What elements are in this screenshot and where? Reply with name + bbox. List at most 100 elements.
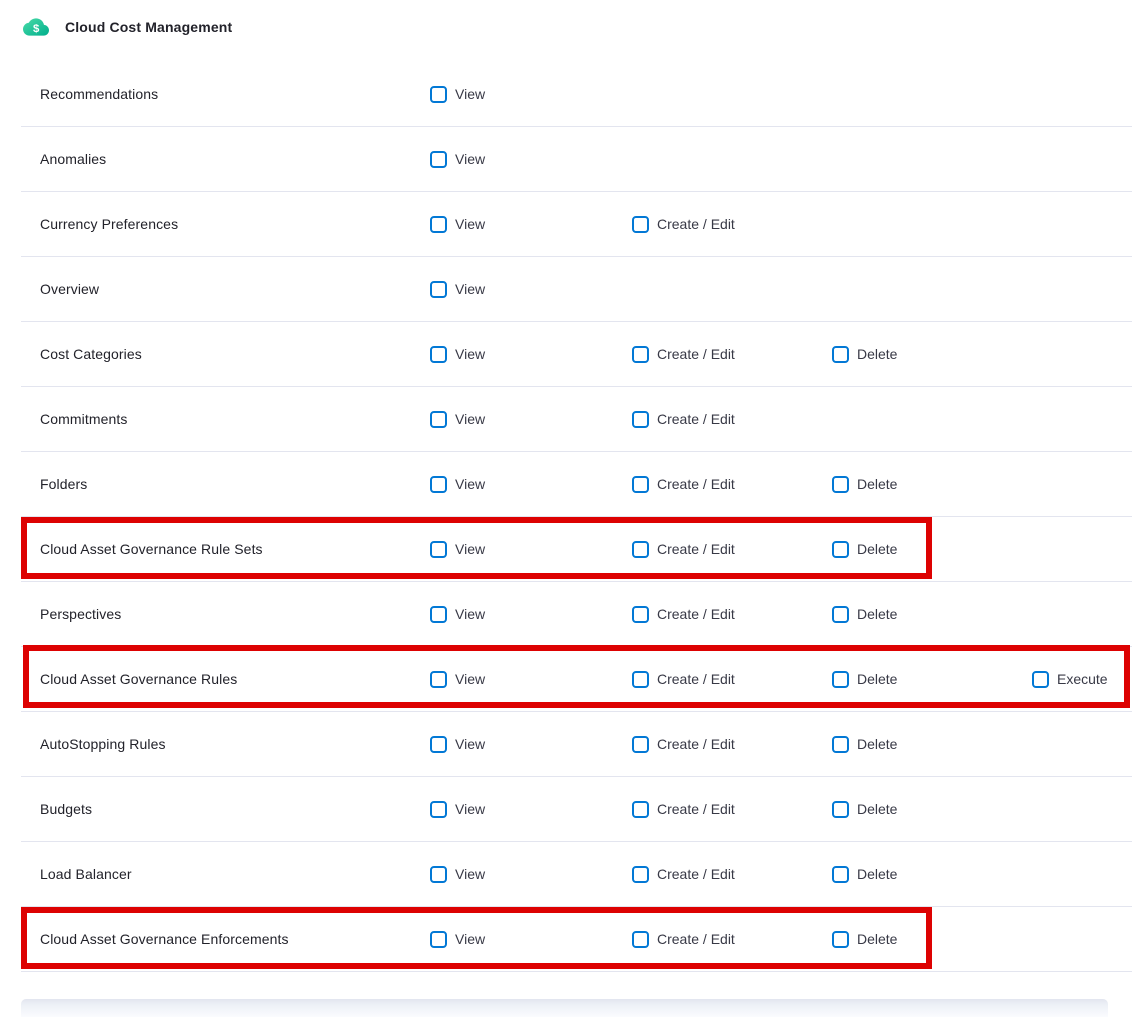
create-edit-permission[interactable]: Create / Edit [632, 346, 735, 363]
checkbox-view-label: View [455, 86, 485, 102]
checkbox-create-edit-icon[interactable] [632, 216, 649, 233]
delete-permission[interactable]: Delete [832, 346, 897, 363]
view-permission[interactable]: View [430, 86, 485, 103]
permission-row: Cloud Asset Governance Rule Sets View Cr… [21, 517, 1132, 582]
checkbox-view-label: View [455, 281, 485, 297]
checkbox-view-icon[interactable] [430, 476, 447, 493]
collapsed-next-section-bar[interactable] [21, 999, 1108, 1017]
create-edit-permission[interactable]: Create / Edit [632, 866, 735, 883]
create-edit-permission[interactable]: Create / Edit [632, 801, 735, 818]
delete-permission[interactable]: Delete [832, 671, 897, 688]
permission-list: Recommendations View Anomalies View Curr… [21, 62, 1132, 972]
checkbox-view-label: View [455, 216, 485, 232]
checkbox-delete-label: Delete [857, 346, 897, 362]
checkbox-create-edit-icon[interactable] [632, 866, 649, 883]
checkbox-delete-icon[interactable] [832, 931, 849, 948]
checkbox-delete-label: Delete [857, 866, 897, 882]
resource-name: Anomalies [40, 151, 430, 167]
checkbox-delete-icon[interactable] [832, 736, 849, 753]
checkbox-delete-icon[interactable] [832, 541, 849, 558]
view-permission[interactable]: View [430, 736, 485, 753]
checkbox-create-edit-icon[interactable] [632, 671, 649, 688]
resource-name: Recommendations [40, 86, 430, 102]
checkbox-delete-icon[interactable] [832, 671, 849, 688]
delete-permission[interactable]: Delete [832, 541, 897, 558]
checkbox-create-edit-label: Create / Edit [657, 866, 735, 882]
checkbox-view-label: View [455, 866, 485, 882]
checkbox-view-icon[interactable] [430, 671, 447, 688]
checkbox-view-label: View [455, 606, 485, 622]
delete-permission[interactable]: Delete [832, 476, 897, 493]
checkbox-create-edit-icon[interactable] [632, 736, 649, 753]
view-permission[interactable]: View [430, 281, 485, 298]
checkbox-create-edit-label: Create / Edit [657, 476, 735, 492]
view-permission[interactable]: View [430, 346, 485, 363]
checkbox-view-icon[interactable] [430, 216, 447, 233]
view-permission[interactable]: View [430, 931, 485, 948]
svg-text:$: $ [33, 23, 40, 35]
section-title: Cloud Cost Management [65, 19, 232, 35]
checkbox-create-edit-icon[interactable] [632, 931, 649, 948]
permission-row: Commitments View Create / Edit [21, 387, 1132, 452]
checkbox-create-edit-icon[interactable] [632, 606, 649, 623]
view-permission[interactable]: View [430, 411, 485, 428]
checkbox-create-edit-icon[interactable] [632, 541, 649, 558]
checkbox-view-icon[interactable] [430, 411, 447, 428]
create-edit-permission[interactable]: Create / Edit [632, 541, 735, 558]
create-edit-permission[interactable]: Create / Edit [632, 671, 735, 688]
checkbox-create-edit-icon[interactable] [632, 476, 649, 493]
delete-permission[interactable]: Delete [832, 931, 897, 948]
checkbox-create-edit-label: Create / Edit [657, 931, 735, 947]
view-permission[interactable]: View [430, 216, 485, 233]
delete-permission[interactable]: Delete [832, 866, 897, 883]
checkbox-delete-icon[interactable] [832, 866, 849, 883]
checkbox-create-edit-icon[interactable] [632, 801, 649, 818]
create-edit-permission[interactable]: Create / Edit [632, 476, 735, 493]
view-permission[interactable]: View [430, 866, 485, 883]
checkbox-view-icon[interactable] [430, 541, 447, 558]
create-edit-permission[interactable]: Create / Edit [632, 931, 735, 948]
permission-row: Recommendations View [21, 62, 1132, 127]
checkbox-delete-icon[interactable] [832, 801, 849, 818]
resource-name: Load Balancer [40, 866, 430, 882]
execute-permission[interactable]: Execute [1032, 671, 1108, 688]
checkbox-execute-icon[interactable] [1032, 671, 1049, 688]
create-edit-permission[interactable]: Create / Edit [632, 606, 735, 623]
checkbox-view-icon[interactable] [430, 931, 447, 948]
resource-name: Cloud Asset Governance Enforcements [40, 931, 430, 947]
delete-permission[interactable]: Delete [832, 801, 897, 818]
checkbox-view-icon[interactable] [430, 606, 447, 623]
checkbox-view-label: View [455, 151, 485, 167]
resource-name: Commitments [40, 411, 430, 427]
permission-row: Cloud Asset Governance Enforcements View… [21, 907, 1132, 972]
view-permission[interactable]: View [430, 476, 485, 493]
checkbox-view-icon[interactable] [430, 736, 447, 753]
view-permission[interactable]: View [430, 671, 485, 688]
checkbox-create-edit-icon[interactable] [632, 346, 649, 363]
checkbox-view-label: View [455, 541, 485, 557]
checkbox-view-icon[interactable] [430, 281, 447, 298]
checkbox-view-label: View [455, 476, 485, 492]
checkbox-view-icon[interactable] [430, 151, 447, 168]
view-permission[interactable]: View [430, 606, 485, 623]
delete-permission[interactable]: Delete [832, 606, 897, 623]
checkbox-view-icon[interactable] [430, 866, 447, 883]
create-edit-permission[interactable]: Create / Edit [632, 736, 735, 753]
checkbox-execute-label: Execute [1057, 671, 1108, 687]
checkbox-delete-icon[interactable] [832, 346, 849, 363]
checkbox-create-edit-icon[interactable] [632, 411, 649, 428]
checkbox-view-icon[interactable] [430, 346, 447, 363]
checkbox-view-icon[interactable] [430, 801, 447, 818]
view-permission[interactable]: View [430, 541, 485, 558]
view-permission[interactable]: View [430, 801, 485, 818]
permission-row: Overview View [21, 257, 1132, 322]
view-permission[interactable]: View [430, 151, 485, 168]
checkbox-create-edit-label: Create / Edit [657, 606, 735, 622]
create-edit-permission[interactable]: Create / Edit [632, 411, 735, 428]
checkbox-view-icon[interactable] [430, 86, 447, 103]
checkbox-delete-label: Delete [857, 736, 897, 752]
checkbox-delete-icon[interactable] [832, 476, 849, 493]
create-edit-permission[interactable]: Create / Edit [632, 216, 735, 233]
checkbox-delete-icon[interactable] [832, 606, 849, 623]
delete-permission[interactable]: Delete [832, 736, 897, 753]
